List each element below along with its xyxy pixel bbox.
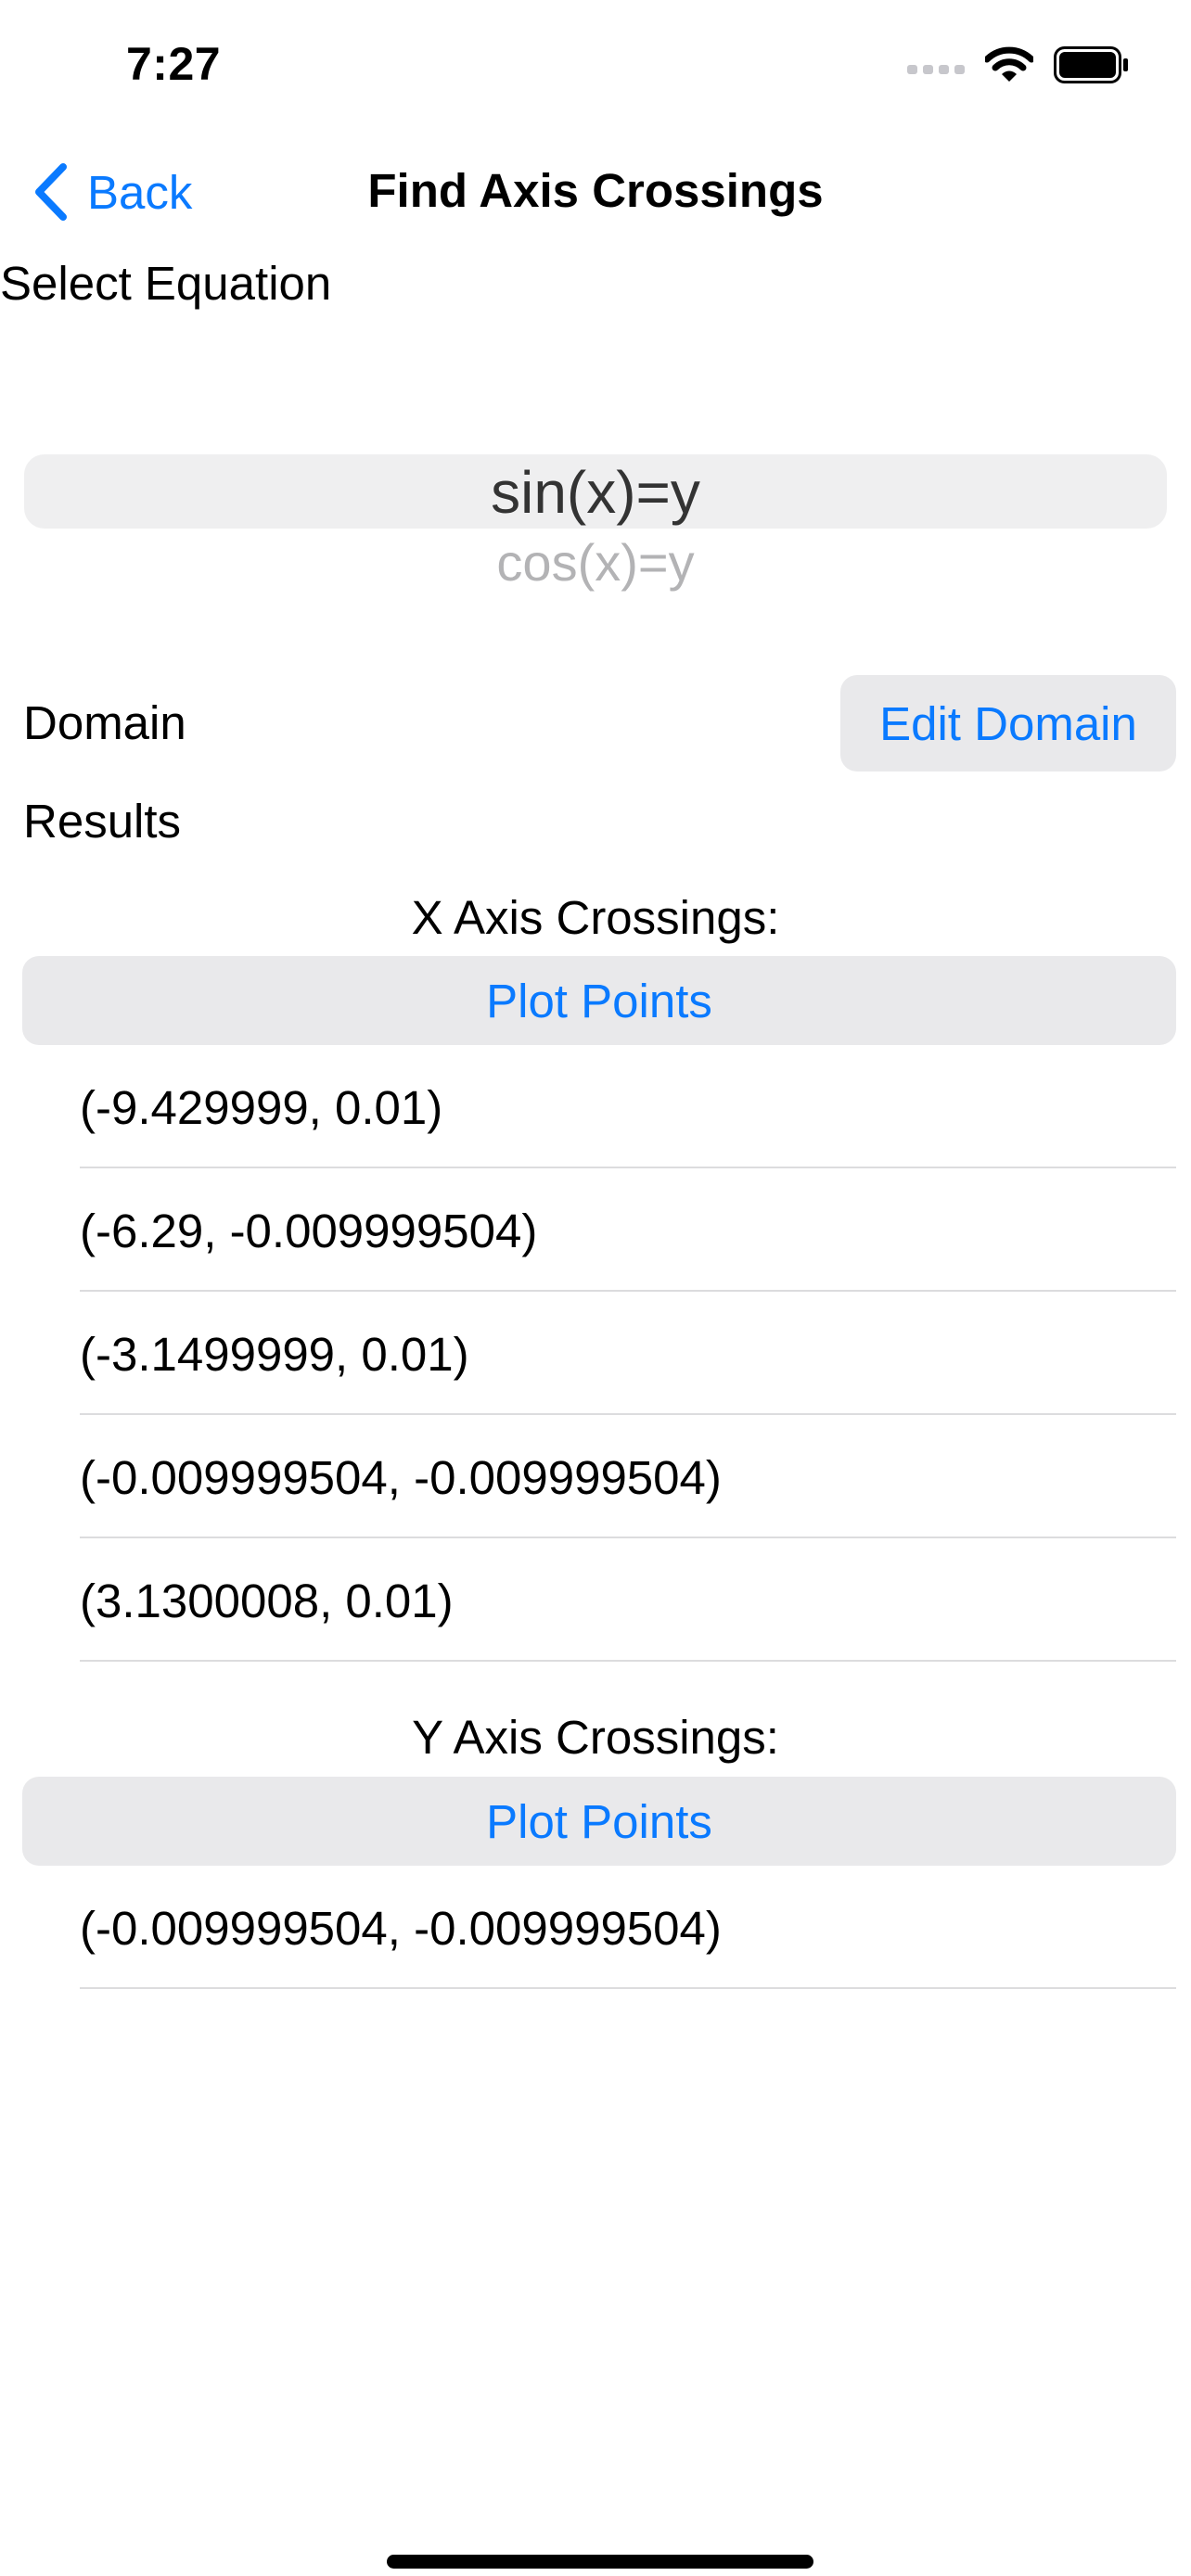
y-axis-crossings-list: (-0.009999504, -0.009999504) <box>0 1866 1191 1989</box>
divider <box>80 1987 1176 1989</box>
point-value: (-3.1499999, 0.01) <box>80 1328 469 1381</box>
page-title: Find Axis Crossings <box>367 164 824 217</box>
picker-next-option[interactable]: cos(x)=y <box>0 532 1191 593</box>
divider <box>80 1660 1176 1662</box>
edit-domain-button[interactable]: Edit Domain <box>840 675 1176 772</box>
y-axis-plot-points-button[interactable]: Plot Points <box>22 1777 1176 1866</box>
status-time: 7:27 <box>126 38 222 90</box>
home-indicator[interactable] <box>387 2555 813 2569</box>
list-item[interactable]: (3.1300008, 0.01) <box>0 1538 1191 1662</box>
picker-selected-option[interactable]: sin(x)=y <box>0 458 1191 527</box>
battery-icon <box>1054 46 1128 83</box>
x-axis-plot-points-button[interactable]: Plot Points <box>22 956 1176 1045</box>
point-value: (-6.29, -0.009999504) <box>80 1205 538 1257</box>
domain-label: Domain <box>23 696 186 749</box>
point-value: (3.1300008, 0.01) <box>80 1575 454 1627</box>
point-value: (-0.009999504, -0.009999504) <box>80 1451 722 1504</box>
results-label: Results <box>23 795 182 848</box>
select-equation-label: Select Equation <box>0 257 332 310</box>
point-value: (-9.429999, 0.01) <box>80 1081 443 1134</box>
list-item[interactable]: (-0.009999504, -0.009999504) <box>0 1866 1191 1989</box>
list-item[interactable]: (-0.009999504, -0.009999504) <box>0 1415 1191 1538</box>
x-axis-crossings-list: (-9.429999, 0.01) (-6.29, -0.009999504) … <box>0 1045 1191 1662</box>
list-item[interactable]: (-9.429999, 0.01) <box>0 1045 1191 1168</box>
list-item[interactable]: (-3.1499999, 0.01) <box>0 1292 1191 1415</box>
status-icons <box>907 46 1130 83</box>
x-axis-crossings-title: X Axis Crossings: <box>411 891 780 944</box>
list-item[interactable]: (-6.29, -0.009999504) <box>0 1168 1191 1292</box>
wifi-icon <box>985 46 1033 82</box>
y-axis-crossings-title: Y Axis Crossings: <box>412 1711 779 1764</box>
cellular-signal-icon <box>907 65 965 74</box>
point-value: (-0.009999504, -0.009999504) <box>80 1902 722 1955</box>
